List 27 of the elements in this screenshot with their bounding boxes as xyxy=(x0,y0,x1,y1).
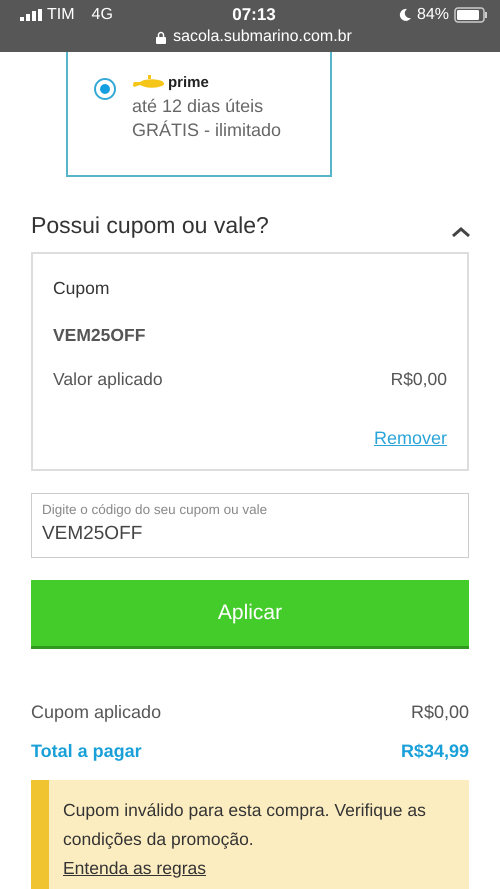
value-amount: R$0,00 xyxy=(390,369,447,390)
page-url: sacola.submarino.com.br xyxy=(173,28,352,46)
shipping-text: GRÁTIS - ilimitado xyxy=(132,119,282,142)
coupon-code: VEM25OFF xyxy=(53,325,146,346)
value-label: Valor aplicado xyxy=(53,369,163,390)
carrier-name: TIM xyxy=(47,6,75,24)
summary-value: R$34,99 xyxy=(400,740,469,762)
signal-icon xyxy=(20,9,42,21)
clock-time: 07:13 xyxy=(232,5,276,25)
moon-icon xyxy=(398,8,412,22)
network-type: 4G xyxy=(92,6,113,24)
rules-link[interactable]: Entenda as regras xyxy=(63,854,206,883)
shipping-option-card[interactable]: prime até 12 dias úteis GRÁTIS - ilimitado xyxy=(66,52,332,177)
battery-icon xyxy=(454,7,488,23)
radio-button[interactable] xyxy=(94,78,116,100)
summary-label: Cupom aplicado xyxy=(31,702,162,722)
alert-message: Cupom inválido para esta compra. Verifique as condições da promoção. xyxy=(63,799,427,851)
battery-percent: 84% xyxy=(416,6,449,24)
lock-icon xyxy=(156,30,166,44)
section-title: Possui cupom ou vale? xyxy=(31,212,269,238)
coupon-label: Cupom xyxy=(53,278,110,299)
prime-logo: prime xyxy=(168,74,209,90)
summary-label: Total a pagar xyxy=(31,740,142,762)
coupon-input-field[interactable]: Digite o código do seu cupom ou vale VEM25OFF xyxy=(31,493,469,558)
shipping-text: até 12 dias úteis xyxy=(132,95,264,118)
summary-value: R$0,00 xyxy=(410,702,469,722)
chevron-icon[interactable] xyxy=(451,226,471,238)
